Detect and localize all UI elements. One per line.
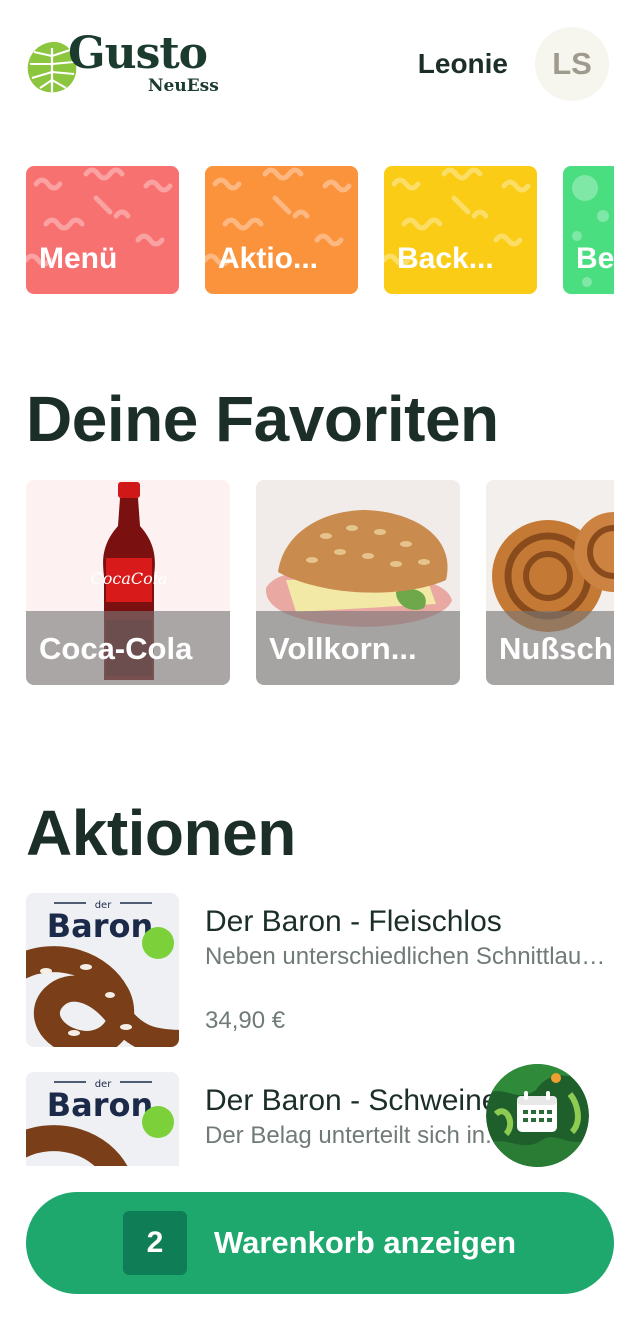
pretzel-image: der Baron <box>26 893 179 1047</box>
logo-wordmark: Gusto <box>68 28 208 79</box>
baron-pretzel-image: der Baron <box>26 893 179 1047</box>
promo-title: Der Baron - Fleischlos <box>205 905 502 938</box>
list-item[interactable]: der Baron Der Baron - Fleischlos Neben u… <box>26 893 614 1047</box>
promo-price: 34,90 € <box>205 1007 286 1034</box>
promotions-heading: Aktionen <box>26 797 296 869</box>
calendar-fab[interactable] <box>486 1064 589 1167</box>
category-tile-aktionen[interactable]: Aktio... <box>205 166 358 294</box>
favorites-heading: Deine Favoriten <box>26 383 499 455</box>
cart-label: Warenkorb anzeigen <box>214 1225 517 1260</box>
cart-count-badge: 2 <box>123 1211 187 1275</box>
view-cart-button[interactable]: 2 Warenkorb anzeigen <box>26 1192 614 1294</box>
app-header: Gusto NeuEss Leonie LS <box>0 0 640 130</box>
category-label: Menü <box>39 242 118 275</box>
category-tile-menu[interactable]: Menü <box>26 166 179 294</box>
category-tile-getraenke[interactable]: Be <box>563 166 614 294</box>
promo-description: Neben unterschiedlichen Schnittlauch... <box>205 943 610 970</box>
category-carousel[interactable]: Menü Aktio... Back... Be <box>26 166 614 296</box>
calendar-icon <box>486 1064 589 1167</box>
favorite-label: Nußsch <box>499 631 613 666</box>
category-label: Back... <box>397 242 494 275</box>
avatar[interactable]: LS <box>535 27 609 101</box>
favorite-label: Coca-Cola <box>39 631 193 666</box>
pretzel-image: der Baron <box>26 1072 179 1166</box>
category-tile-backwaren[interactable]: Back... <box>384 166 537 294</box>
logo-subtitle: NeuEss <box>148 76 219 96</box>
favorite-card-coca-cola[interactable]: CocaCola Coca-Cola <box>26 480 230 685</box>
favorites-carousel[interactable]: CocaCola Coca-Cola Vollkorn... Nußsch <box>26 480 614 686</box>
user-name[interactable]: Leonie <box>418 48 508 80</box>
category-label: Be <box>576 242 614 275</box>
favorite-card-nussschnecke[interactable]: Nußsch <box>486 480 614 685</box>
category-label: Aktio... <box>218 242 319 275</box>
brand-text: Baron <box>47 907 154 945</box>
brand-text: Baron <box>47 1086 154 1124</box>
baron-pretzel-image: der Baron <box>26 1072 179 1166</box>
favorite-card-vollkorn[interactable]: Vollkorn... <box>256 480 460 685</box>
favorite-label: Vollkorn... <box>269 631 417 666</box>
gusto-logo[interactable]: Gusto NeuEss <box>26 28 236 102</box>
svg-text:CocaCola: CocaCola <box>91 569 168 588</box>
